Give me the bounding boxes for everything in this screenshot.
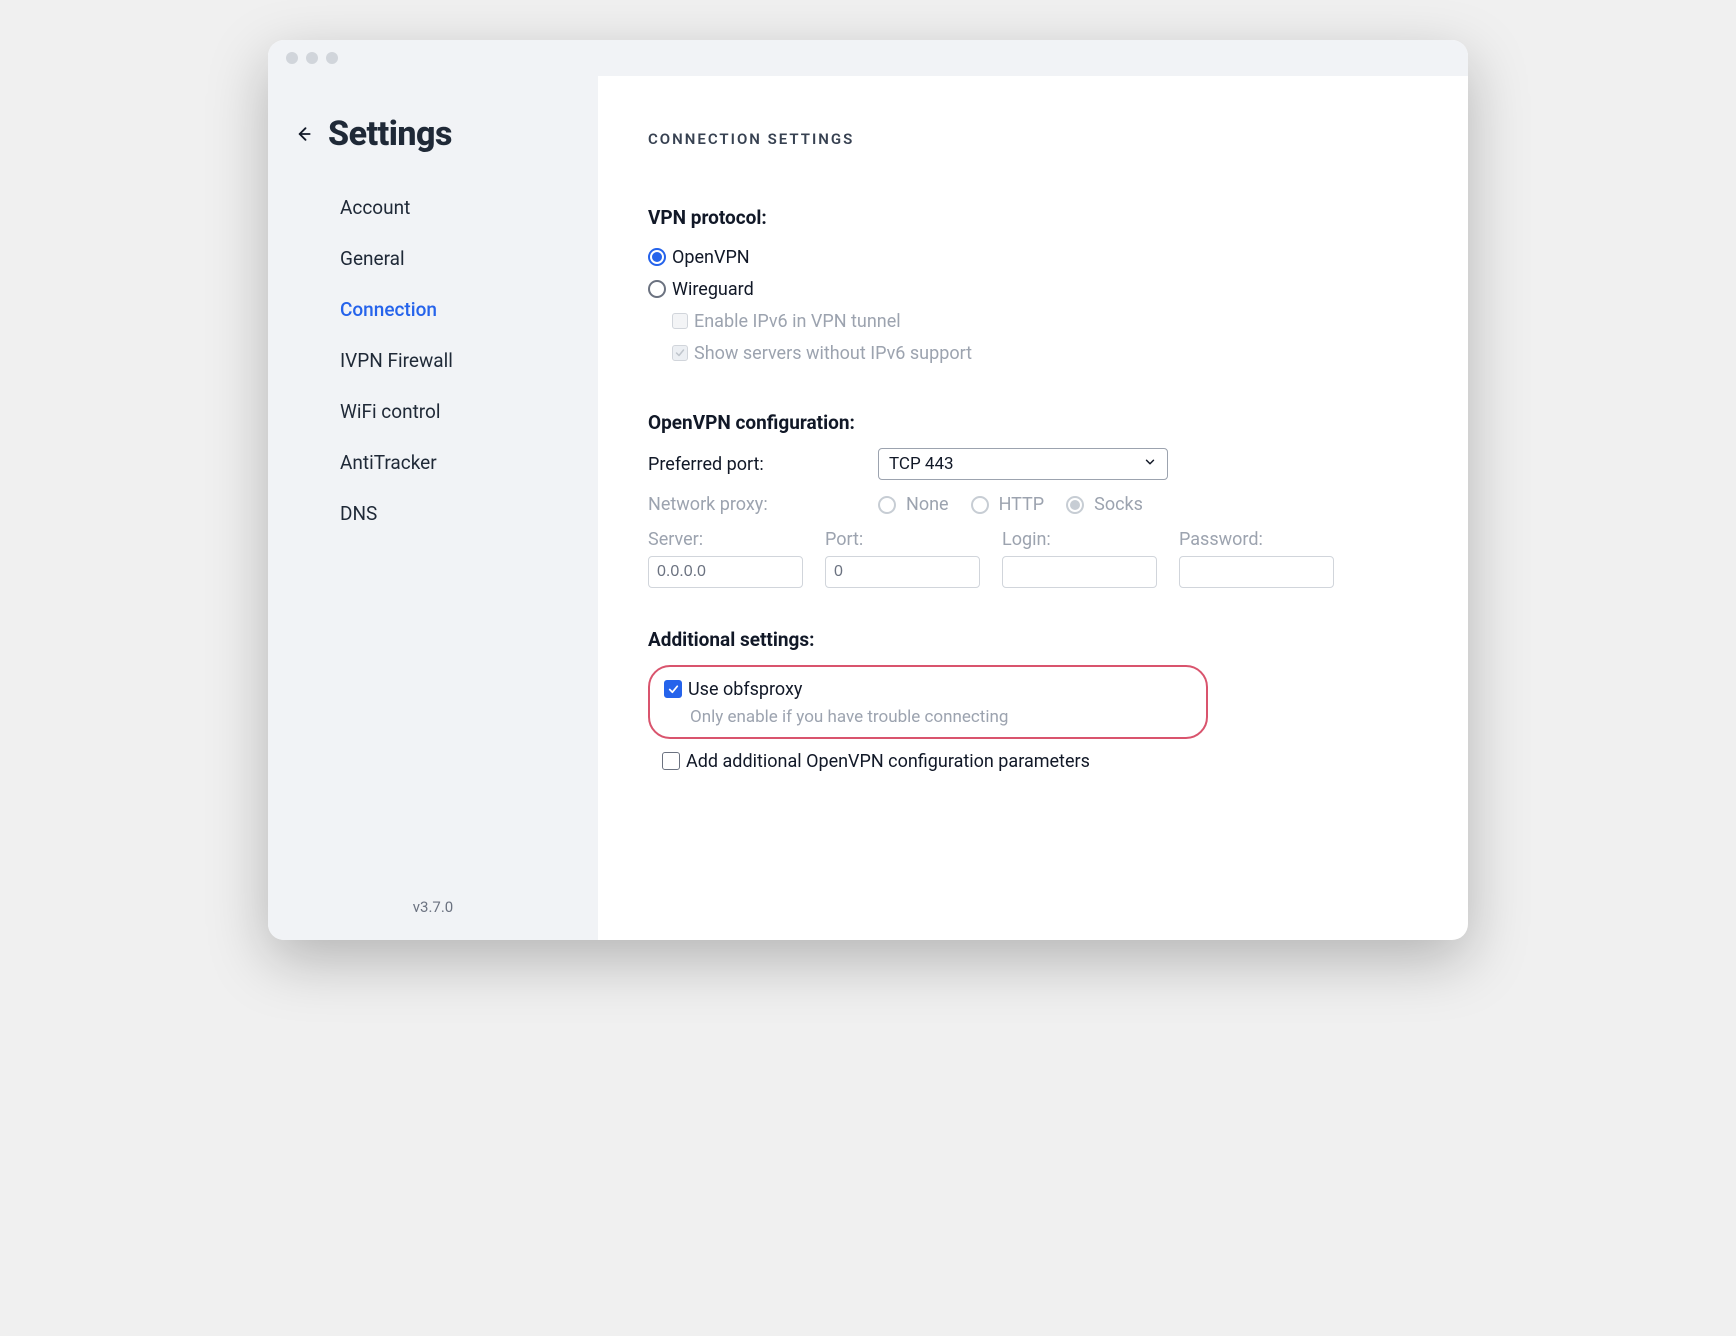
password-label: Password: — [1179, 529, 1334, 550]
preferred-port-select[interactable]: TCP 443 — [878, 448, 1168, 480]
titlebar — [268, 40, 1468, 76]
port-input[interactable] — [825, 556, 980, 588]
proxy-http-label: HTTP — [999, 494, 1045, 515]
obfsproxy-label: Use obfsproxy — [688, 679, 802, 700]
chevron-down-icon — [1143, 454, 1157, 474]
server-input[interactable] — [648, 556, 803, 588]
enable-ipv6-label: Enable IPv6 in VPN tunnel — [694, 311, 901, 332]
traffic-minimize[interactable] — [306, 52, 318, 64]
preferred-port-label: Preferred port: — [648, 454, 878, 475]
radio-proxy-none — [878, 496, 896, 514]
extra-params-label: Add additional OpenVPN configuration par… — [686, 751, 1090, 772]
radio-openvpn-label: OpenVPN — [672, 247, 750, 268]
sidebar-item-antitracker[interactable]: AntiTracker — [340, 437, 598, 488]
password-input[interactable] — [1179, 556, 1334, 588]
version-label: v3.7.0 — [268, 874, 598, 940]
radio-proxy-http — [971, 496, 989, 514]
main-panel: CONNECTION SETTINGS VPN protocol: OpenVP… — [598, 76, 1468, 940]
radio-proxy-socks — [1066, 496, 1084, 514]
sidebar-item-firewall[interactable]: IVPN Firewall — [340, 335, 598, 386]
back-arrow-icon[interactable] — [292, 123, 314, 145]
sidebar-item-account[interactable]: Account — [340, 182, 598, 233]
checkbox-show-servers — [672, 345, 688, 361]
sidebar: Settings Account General Connection IVPN… — [268, 76, 598, 940]
checkbox-extra-params[interactable] — [662, 752, 680, 770]
sidebar-item-general[interactable]: General — [340, 233, 598, 284]
port-label: Port: — [825, 529, 980, 550]
preferred-port-value: TCP 443 — [889, 454, 954, 474]
traffic-close[interactable] — [286, 52, 298, 64]
traffic-zoom[interactable] — [326, 52, 338, 64]
obfsproxy-hint: Only enable if you have trouble connecti… — [690, 707, 1192, 727]
settings-window: Settings Account General Connection IVPN… — [268, 40, 1468, 940]
server-label: Server: — [648, 529, 803, 550]
page-title: Settings — [328, 114, 452, 154]
sidebar-item-dns[interactable]: DNS — [340, 488, 598, 539]
sidebar-item-connection[interactable]: Connection — [340, 284, 598, 335]
checkbox-enable-ipv6 — [672, 313, 688, 329]
vpn-protocol-heading: VPN protocol: — [648, 206, 1414, 229]
sidebar-nav: Account General Connection IVPN Firewall… — [268, 182, 598, 539]
radio-openvpn[interactable] — [648, 248, 666, 266]
section-title: CONNECTION SETTINGS — [648, 130, 1414, 148]
openvpn-heading: OpenVPN configuration: — [648, 411, 1414, 434]
sidebar-item-wifi[interactable]: WiFi control — [340, 386, 598, 437]
checkbox-obfsproxy[interactable] — [664, 680, 682, 698]
login-label: Login: — [1002, 529, 1157, 550]
login-input[interactable] — [1002, 556, 1157, 588]
obfsproxy-highlight: Use obfsproxy Only enable if you have tr… — [648, 665, 1208, 739]
show-servers-label: Show servers without IPv6 support — [694, 343, 972, 364]
proxy-socks-label: Socks — [1094, 494, 1143, 515]
radio-wireguard[interactable] — [648, 280, 666, 298]
proxy-none-label: None — [906, 494, 949, 515]
additional-heading: Additional settings: — [648, 628, 1414, 651]
network-proxy-label: Network proxy: — [648, 494, 878, 515]
radio-wireguard-label: Wireguard — [672, 279, 754, 300]
